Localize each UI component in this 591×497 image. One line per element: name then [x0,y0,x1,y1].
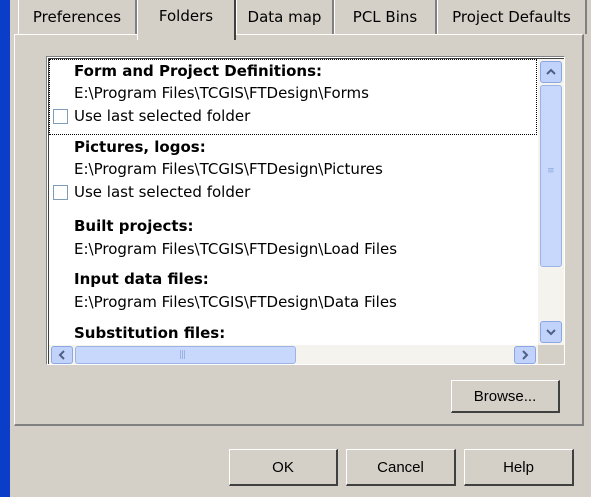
folder-path: E:\Program Files\TCGIS\FTDesign\Load Fil… [74,240,398,258]
folder-title: Pictures, logos: [74,138,206,156]
grip-icon: ≡ [547,166,554,176]
folder-title: Input data files: [74,270,209,288]
tab-project-defaults[interactable]: Project Defaults [437,0,587,34]
cancel-button[interactable]: Cancel [346,449,456,486]
tab-data-map[interactable]: Data map [236,0,334,34]
checkbox-label: Use last selected folder [74,107,251,125]
tab-label: Preferences [32,8,122,26]
folders-list-inner: Form and Project Definitions: E:\Program… [48,58,564,364]
folder-path: E:\Program Files\TCGIS\FTDesign\Forms [74,84,369,102]
use-last-folder-checkbox[interactable] [53,109,68,124]
window-left-border [0,0,10,497]
tab-label: Folders [158,7,214,25]
scroll-right-button[interactable] [514,346,536,364]
horizontal-scrollbar[interactable]: ||| [49,345,538,364]
list-item-built-projects[interactable]: Built projects: E:\Program Files\TCGIS\F… [49,211,537,263]
folders-list[interactable]: Form and Project Definitions: E:\Program… [46,56,565,365]
list-item-forms[interactable]: Form and Project Definitions: E:\Program… [49,59,537,135]
tab-label: Data map [247,8,322,26]
tab-label: Project Defaults [452,8,571,26]
folder-path: E:\Program Files\TCGIS\FTDesign\Pictures [74,160,383,178]
list-item-substitution[interactable]: Substitution files: [49,317,537,347]
folder-title: Substitution files: [74,324,226,342]
list-item-pictures[interactable]: Pictures, logos: E:\Program Files\TCGIS\… [49,135,537,211]
chevron-up-icon [546,68,556,75]
tab-label: PCL Bins [352,8,418,26]
chevron-right-icon [522,350,529,360]
grip-icon: ||| [179,350,186,360]
scroll-up-button[interactable] [540,61,562,83]
tab-preferences[interactable]: Preferences [18,0,137,34]
horizontal-scroll-thumb[interactable]: ||| [75,346,296,364]
scroll-down-button[interactable] [540,321,562,343]
list-item-input-data[interactable]: Input data files: E:\Program Files\TCGIS… [49,263,537,317]
chevron-down-icon [546,329,556,336]
tab-pcl-bins[interactable]: PCL Bins [334,0,437,34]
folder-title: Built projects: [74,217,194,235]
scroll-left-button[interactable] [51,346,73,364]
tab-folders[interactable]: Folders [137,0,236,40]
vertical-scrollbar[interactable]: ≡ [538,59,564,345]
folder-title: Form and Project Definitions: [74,62,323,80]
help-button[interactable]: Help [464,449,574,486]
chevron-left-icon [58,350,65,360]
vertical-scroll-thumb[interactable]: ≡ [540,85,562,267]
folder-path: E:\Program Files\TCGIS\FTDesign\Data Fil… [74,293,397,311]
use-last-folder-checkbox[interactable] [53,185,68,200]
browse-button[interactable]: Browse... [451,380,560,413]
scrollbar-corner [538,345,564,364]
ok-button[interactable]: OK [229,449,338,486]
checkbox-label: Use last selected folder [74,183,251,201]
